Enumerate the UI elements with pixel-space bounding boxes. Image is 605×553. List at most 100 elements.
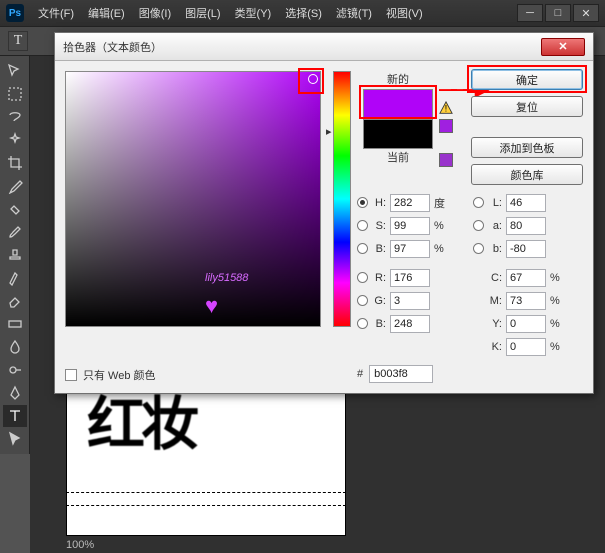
saturation-brightness-field[interactable] — [65, 71, 321, 327]
web-only-row: 只有 Web 颜色 — [65, 367, 156, 383]
bri-label: B: — [372, 243, 386, 255]
stamp-tool[interactable] — [3, 244, 27, 266]
m-input[interactable] — [506, 292, 546, 310]
close-button[interactable]: ✕ — [573, 4, 599, 22]
selection-marquee — [66, 492, 346, 506]
red-radio[interactable] — [357, 272, 368, 283]
sat-radio[interactable] — [357, 220, 368, 231]
l-radio[interactable] — [473, 197, 484, 208]
hex-input[interactable] — [369, 365, 433, 383]
dodge-tool[interactable] — [3, 359, 27, 381]
type-tool[interactable] — [3, 405, 27, 427]
gradient-tool[interactable] — [3, 313, 27, 335]
app-logo: Ps — [6, 4, 24, 22]
c-unit: % — [550, 272, 564, 284]
hue-input[interactable] — [390, 194, 430, 212]
lasso-tool[interactable] — [3, 106, 27, 128]
eyedropper-tool[interactable] — [3, 175, 27, 197]
web-only-label: 只有 Web 颜色 — [83, 367, 156, 383]
green-radio[interactable] — [357, 295, 368, 306]
minimize-button[interactable]: ─ — [517, 4, 543, 22]
path-select-tool[interactable] — [3, 428, 27, 450]
maximize-button[interactable]: □ — [545, 4, 571, 22]
blur-tool[interactable] — [3, 336, 27, 358]
m-unit: % — [550, 295, 564, 307]
gamut-swatch[interactable] — [439, 119, 453, 133]
hue-slider[interactable] — [333, 71, 351, 327]
b-radio[interactable] — [473, 243, 484, 254]
websafe-swatch[interactable] — [439, 153, 453, 167]
l-input[interactable] — [506, 194, 546, 212]
web-only-checkbox[interactable] — [65, 369, 77, 381]
red-input[interactable] — [390, 269, 430, 287]
current-color-swatch[interactable] — [363, 119, 433, 149]
healing-tool[interactable] — [3, 198, 27, 220]
green-input[interactable] — [390, 292, 430, 310]
b-label: b: — [488, 243, 502, 255]
blue-input[interactable] — [390, 315, 430, 333]
annotation-highlight — [467, 65, 587, 93]
gamut-warning-icon[interactable]: ! — [439, 101, 453, 115]
add-swatch-button[interactable]: 添加到色板 — [471, 137, 583, 158]
type-tool-indicator: T — [8, 31, 28, 51]
eraser-tool[interactable] — [3, 290, 27, 312]
brush-tool[interactable] — [3, 221, 27, 243]
m-label: M: — [488, 295, 502, 307]
menu-select[interactable]: 选择(S) — [279, 1, 328, 25]
menu-filter[interactable]: 滤镜(T) — [330, 1, 378, 25]
menu-edit[interactable]: 编辑(E) — [82, 1, 131, 25]
color-picker-dialog: 拾色器（文本颜色） ✕ ▸ 新的 当前 ———▶ ! 确定 复位 添加到色板 颜… — [54, 32, 594, 394]
red-label: R: — [372, 272, 386, 284]
dialog-title: 拾色器（文本颜色） — [63, 39, 162, 55]
bri-unit: % — [434, 243, 448, 255]
dialog-close-button[interactable]: ✕ — [541, 38, 585, 56]
menu-bar: 文件(F) 编辑(E) 图像(I) 图层(L) 类型(Y) 选择(S) 滤镜(T… — [32, 1, 429, 25]
current-color-label: 当前 — [363, 149, 433, 165]
a-radio[interactable] — [473, 220, 484, 231]
pen-tool[interactable] — [3, 382, 27, 404]
k-unit: % — [550, 341, 564, 353]
green-label: G: — [372, 295, 386, 307]
menu-image[interactable]: 图像(I) — [133, 1, 177, 25]
hue-unit: 度 — [434, 195, 448, 211]
history-brush-tool[interactable] — [3, 267, 27, 289]
marquee-tool[interactable] — [3, 83, 27, 105]
annotation-highlight — [298, 68, 324, 94]
c-label: C: — [488, 272, 502, 284]
color-swatch-group: 新的 当前 — [363, 71, 433, 167]
a-input[interactable] — [506, 217, 546, 235]
hue-slider-thumb-icon: ▸ — [326, 125, 332, 135]
menu-layer[interactable]: 图层(L) — [179, 1, 226, 25]
dialog-title-bar[interactable]: 拾色器（文本颜色） ✕ — [55, 33, 593, 61]
blue-radio[interactable] — [357, 318, 368, 329]
sat-input[interactable] — [390, 217, 430, 235]
color-libraries-button[interactable]: 颜色库 — [471, 164, 583, 185]
y-input[interactable] — [506, 315, 546, 333]
blue-label: B: — [372, 318, 386, 330]
bri-input[interactable] — [390, 240, 430, 258]
c-input[interactable] — [506, 269, 546, 287]
annotation-highlight — [359, 85, 437, 119]
wand-tool[interactable] — [3, 129, 27, 151]
svg-text:!: ! — [445, 104, 448, 115]
move-tool[interactable] — [3, 60, 27, 82]
sat-label: S: — [372, 220, 386, 232]
k-label: K: — [488, 341, 502, 353]
zoom-status[interactable]: 100% — [66, 539, 94, 551]
hex-label: # — [357, 368, 363, 380]
bri-radio[interactable] — [357, 243, 368, 254]
hue-radio[interactable] — [357, 197, 368, 208]
a-label: a: — [488, 220, 502, 232]
y-unit: % — [550, 318, 564, 330]
menu-file[interactable]: 文件(F) — [32, 1, 80, 25]
l-label: L: — [488, 197, 502, 209]
hue-label: H: — [372, 197, 386, 209]
b-input[interactable] — [506, 240, 546, 258]
sat-unit: % — [434, 220, 448, 232]
cancel-button[interactable]: 复位 — [471, 96, 583, 117]
app-title-bar: Ps 文件(F) 编辑(E) 图像(I) 图层(L) 类型(Y) 选择(S) 滤… — [0, 0, 605, 26]
menu-view[interactable]: 视图(V) — [380, 1, 429, 25]
menu-type[interactable]: 类型(Y) — [229, 1, 278, 25]
crop-tool[interactable] — [3, 152, 27, 174]
k-input[interactable] — [506, 338, 546, 356]
